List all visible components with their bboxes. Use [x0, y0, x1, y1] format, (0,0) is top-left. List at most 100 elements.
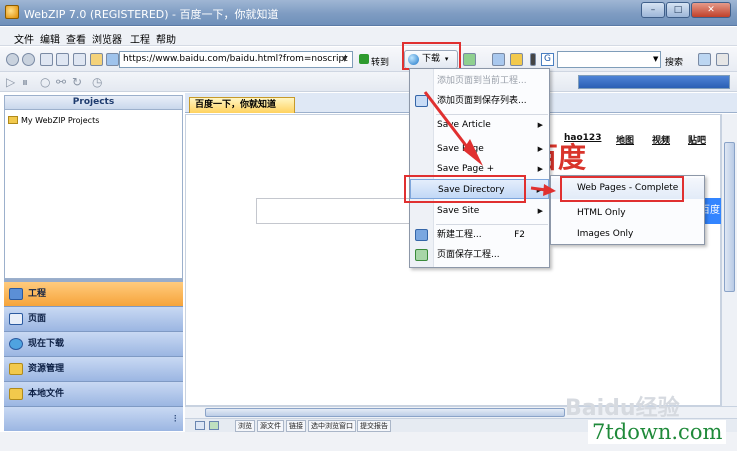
menu-browser[interactable]: 浏览器	[92, 31, 122, 46]
copy-icon[interactable]	[492, 53, 505, 66]
title-bar: WebZIP 7.0 (REGISTERED) - 百度一下，你就知道 – □ …	[0, 0, 737, 26]
projects-panel: Projects My WebZIP Projects	[4, 95, 183, 279]
nav-group-project[interactable]: 工程	[4, 282, 183, 307]
search-input[interactable]	[557, 51, 661, 68]
vertical-scrollbar[interactable]	[721, 114, 737, 406]
download-highlight-frame	[402, 42, 461, 70]
project-item[interactable]: My WebZIP Projects	[8, 116, 99, 125]
cycle-icon[interactable]: ○	[40, 75, 50, 89]
menu-item-label: Save Page	[437, 144, 484, 154]
address-bar[interactable]: https://www.baidu.com/baidu.html?from=no…	[119, 51, 353, 68]
nav-group-pages[interactable]: 页面	[4, 307, 183, 332]
pencil-icon[interactable]	[716, 53, 729, 66]
window-controls: – □ ✕	[640, 2, 731, 18]
new-project-icon	[415, 229, 428, 241]
export-icon[interactable]	[463, 53, 476, 66]
repeat-icon[interactable]: ↻	[72, 75, 82, 89]
save-project-icon	[415, 249, 428, 261]
scroll-thumb[interactable]	[205, 408, 565, 417]
globe-icon	[9, 338, 23, 350]
save-directory-highlight-frame	[404, 175, 526, 203]
forward-icon[interactable]	[22, 53, 35, 66]
menu-item-save-page[interactable]: Save Page ▶	[410, 139, 549, 159]
home-icon[interactable]	[90, 53, 103, 66]
scroll-thumb[interactable]	[724, 142, 735, 292]
menu-item-label: Save Site	[437, 206, 480, 216]
status-tab-selected-window[interactable]: 选中浏览窗口	[308, 420, 356, 432]
explorer-icon	[9, 363, 23, 375]
page-icon	[106, 53, 119, 66]
edit-icon[interactable]	[209, 421, 219, 430]
status-tab-browse[interactable]: 浏览	[235, 420, 255, 432]
add-page-icon	[415, 95, 428, 107]
menu-item-label: 添加页面到保存列表...	[437, 96, 527, 106]
nav-group-explorer[interactable]: 资源管理	[4, 357, 183, 382]
play-icon[interactable]: ▷	[6, 75, 15, 89]
status-tab-links[interactable]: 链接	[286, 420, 306, 432]
pause-icon[interactable]: ⏸	[22, 75, 28, 90]
toolbar-grip-icon	[530, 53, 536, 66]
menu-item-label: 页面保存工程...	[437, 250, 500, 260]
menu-item-new-project[interactable]: 新建工程... F2	[410, 225, 549, 245]
submenu-arrow-icon: ▶	[537, 121, 543, 129]
menu-view[interactable]: 查看	[66, 31, 86, 46]
menu-project[interactable]: 工程	[130, 31, 150, 46]
nav-group-label: 资源管理	[28, 364, 65, 374]
menu-item-label: 添加页面到当前工程...	[437, 76, 527, 86]
configure-icon[interactable]: ⁝	[174, 412, 178, 425]
main-toolbar: https://www.baidu.com/baidu.html?from=no…	[0, 47, 737, 72]
baidu-link-video[interactable]: 视频	[652, 133, 670, 146]
search-button[interactable]: 搜索	[665, 55, 683, 68]
menu-file[interactable]: 文件	[14, 31, 34, 46]
refresh-icon[interactable]	[56, 53, 69, 66]
close-button[interactable]: ✕	[691, 2, 731, 18]
menu-item-save-site[interactable]: Save Site ▶	[410, 201, 549, 221]
nav-group-label: 页面	[28, 314, 47, 324]
view-icon[interactable]	[195, 421, 205, 430]
go-button[interactable]: 转到	[371, 55, 389, 68]
baidu-link-tieba[interactable]: 贴吧	[688, 133, 706, 146]
minimize-button[interactable]: –	[641, 2, 665, 18]
back-icon[interactable]	[6, 53, 19, 66]
menu-bar: 文件 编辑 查看 浏览器 工程 帮助	[0, 27, 737, 46]
projects-header: Projects	[5, 96, 182, 110]
app-icon	[5, 5, 19, 19]
print-icon[interactable]	[73, 53, 86, 66]
menu-item-add-to-save-list[interactable]: 添加页面到保存列表...	[410, 91, 549, 111]
menu-help[interactable]: 帮助	[156, 31, 176, 46]
folder-icon	[8, 116, 18, 124]
baidu-link-map[interactable]: 地图	[616, 133, 634, 146]
submenu-arrow-icon: ▶	[536, 186, 542, 194]
address-dropdown-icon[interactable]: ▼	[342, 55, 347, 63]
menu-item-save-article[interactable]: Save Article ▶	[410, 115, 549, 135]
progress-bar	[578, 75, 730, 89]
baidu-watermark: Baidu经验	[565, 396, 680, 421]
maximize-button[interactable]: □	[666, 2, 690, 18]
menu-item-label: Save Article	[437, 120, 491, 130]
nav-groups-footer: ⁝	[4, 407, 183, 431]
submenu-arrow-icon: ▶	[537, 165, 543, 173]
menu-edit[interactable]: 编辑	[40, 31, 60, 46]
project-icon	[9, 288, 23, 300]
bookmark-icon[interactable]	[698, 53, 711, 66]
link-icon[interactable]: ⚯	[56, 75, 66, 89]
menu-item-label: 新建工程...	[437, 230, 482, 240]
menu-item-save-as-project[interactable]: 页面保存工程...	[410, 245, 549, 265]
menu-item-add-to-project[interactable]: 添加页面到当前工程...	[410, 71, 549, 91]
status-tab-report[interactable]: 提交报告	[357, 420, 391, 432]
folder-icon[interactable]	[510, 53, 523, 66]
site-watermark: 7tdown.com	[588, 420, 727, 444]
go-icon[interactable]	[359, 54, 369, 64]
search-dropdown-icon[interactable]: ▼	[653, 55, 658, 63]
clock-icon[interactable]: ◷	[92, 75, 102, 89]
search-engine-icon[interactable]: G	[541, 53, 554, 66]
stop-icon[interactable]	[40, 53, 53, 66]
nav-group-downloading[interactable]: 现在下载	[4, 332, 183, 357]
menu-item-shortcut: F2	[514, 230, 525, 240]
tab-baidu[interactable]: 百度一下，你就知道	[189, 97, 295, 113]
submenu-item-html-only[interactable]: HTML Only	[551, 203, 704, 224]
submenu-item-images-only[interactable]: Images Only	[551, 224, 704, 245]
nav-group-local-files[interactable]: 本地文件	[4, 382, 183, 407]
nav-group-label: 本地文件	[28, 389, 65, 399]
status-tab-source[interactable]: 源文件	[257, 420, 284, 432]
